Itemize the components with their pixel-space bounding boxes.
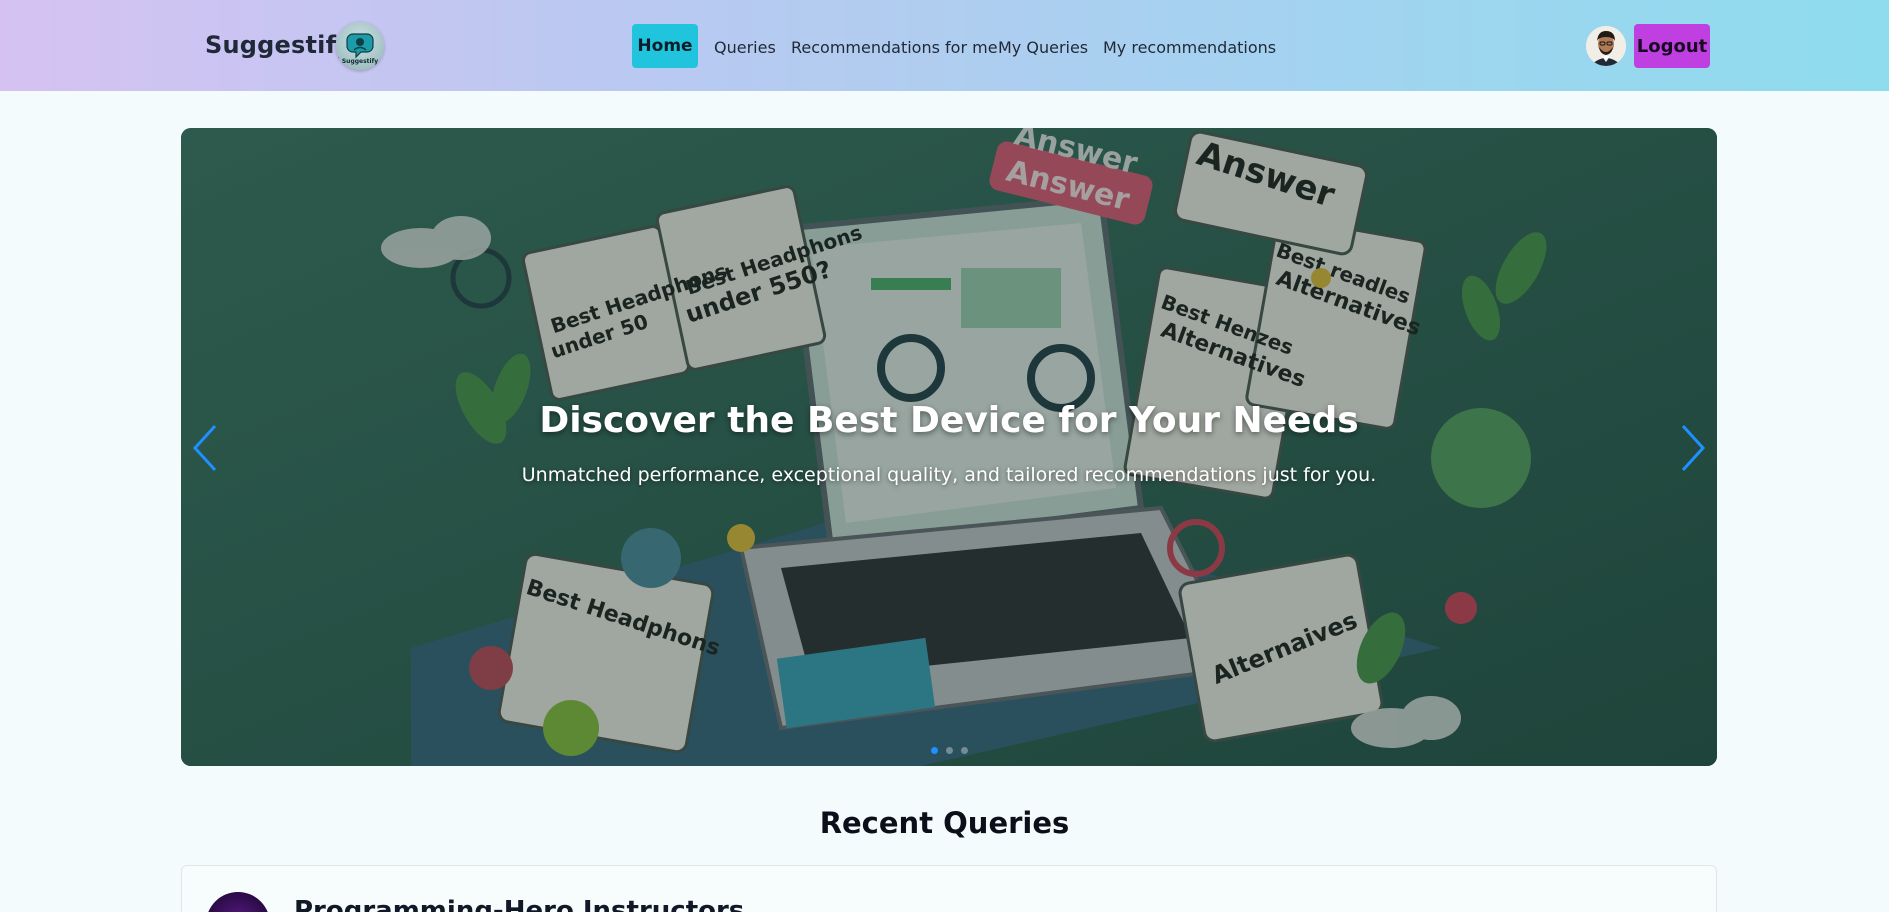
hero-carousel: Best Headphons under 50 Best Headphons u… xyxy=(181,128,1717,766)
nav-home[interactable]: Home xyxy=(632,24,698,68)
logo-text: Suggestify xyxy=(342,58,378,65)
carousel-indicator-1[interactable] xyxy=(930,747,938,754)
carousel-prev-button[interactable] xyxy=(185,418,225,478)
query-avatar xyxy=(206,892,270,912)
logout-button[interactable]: Logout xyxy=(1634,24,1710,68)
user-avatar[interactable] xyxy=(1586,26,1626,66)
recent-queries-heading: Recent Queries xyxy=(819,806,1070,840)
hero-subtitle: Unmatched performance, exceptional quali… xyxy=(521,464,1377,486)
nav-my-recommendations[interactable]: My recommendations xyxy=(1103,25,1276,69)
hero-title: Discover the Best Device for Your Needs xyxy=(539,400,1359,441)
carousel-indicators xyxy=(181,747,1717,754)
chevron-right-icon xyxy=(1681,424,1706,472)
carousel-indicator-2[interactable] xyxy=(945,747,953,754)
carousel-overlay xyxy=(181,128,1717,766)
nav-recommendations-for-me[interactable]: Recommendations for me xyxy=(791,25,998,69)
nav-my-queries[interactable]: My Queries xyxy=(998,25,1088,69)
brand-name[interactable]: Suggestify xyxy=(205,31,352,59)
query-title[interactable]: Programming-Hero Instructors xyxy=(294,896,744,912)
carousel-next-button[interactable] xyxy=(1673,418,1713,478)
navbar: Suggestify Suggestify Home Queries Recom… xyxy=(0,0,1889,91)
brand-logo[interactable]: Suggestify xyxy=(336,22,384,70)
carousel-indicator-3[interactable] xyxy=(960,747,968,754)
nav-queries[interactable]: Queries xyxy=(714,25,776,69)
chevron-left-icon xyxy=(192,424,217,472)
query-card[interactable]: Programming-Hero Instructors xyxy=(181,865,1717,912)
